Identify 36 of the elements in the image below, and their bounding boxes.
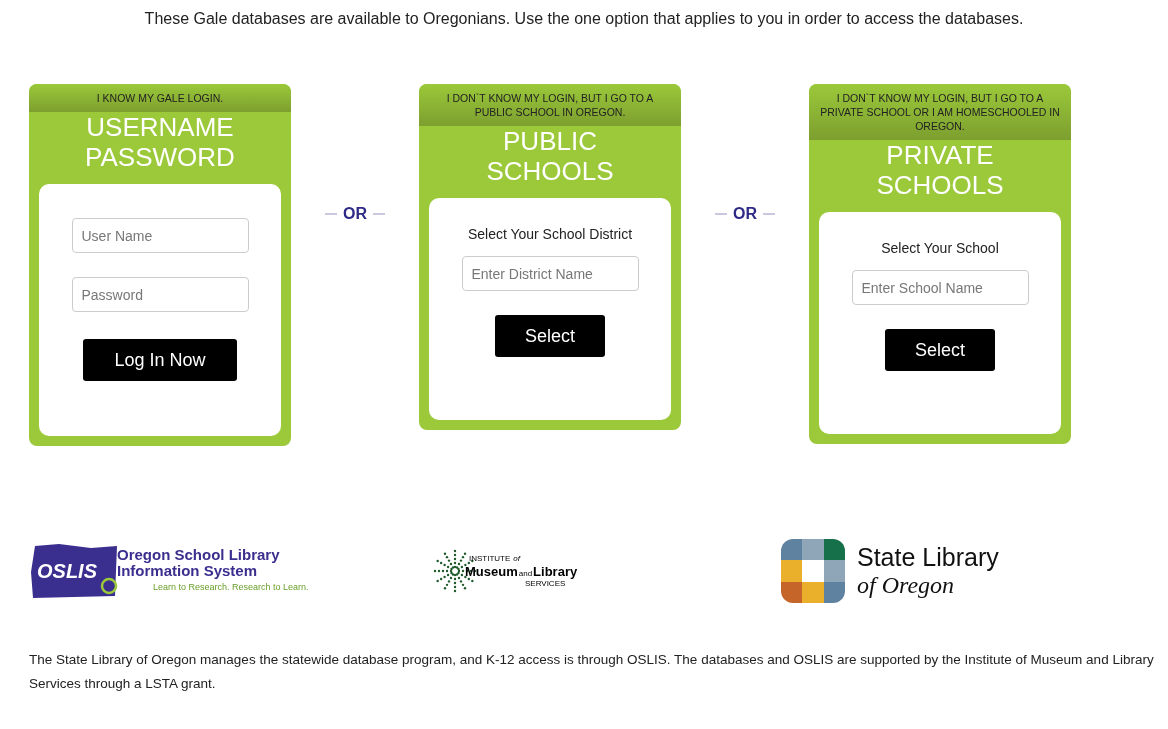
logo-subtitle: of Oregon: [857, 571, 956, 599]
select-button[interactable]: Select: [885, 329, 995, 371]
or-separator: OR: [733, 204, 757, 224]
logo-tagline: Learn to Research. Research to Learn.: [153, 581, 309, 595]
logo-name: Information System: [117, 563, 258, 580]
logo-name: State Library: [857, 543, 999, 571]
field-label: Select Your School District: [467, 225, 633, 244]
card-title: SCHOOLS: [486, 156, 614, 186]
logo-text: Museum: [465, 563, 518, 579]
card-title: USERNAME: [86, 112, 234, 142]
card-title: SCHOOLS: [876, 170, 1004, 200]
logo-text: and: [518, 568, 533, 579]
logo-text: of: [513, 553, 520, 564]
logo-text: Library: [533, 563, 578, 579]
select-button[interactable]: Select: [495, 315, 605, 357]
card-title: PASSWORD: [85, 142, 235, 172]
logo-text: INSTITUTE: [469, 553, 511, 564]
card-prompt: I DON`T KNOW MY LOGIN, BUT I GO TO A PRIVATE SCHOOL OR I AM HOMESCHOOLED IN OREGON.: [819, 91, 1061, 133]
logo-text: SERVICES: [525, 578, 566, 589]
card-prompt: I KNOW MY GALE LOGIN.: [95, 91, 225, 105]
logo-name: Oregon School Library: [117, 547, 281, 564]
text-field[interactable]: User Name: [71, 218, 249, 253]
logo-wordmark: OSLIS: [37, 559, 97, 584]
oregon-map-icon: [29, 542, 119, 600]
footer-text: The State Library of Oregon manages the statewide database program, and K-12 access is through OSLIS. The databases and OSLIS are supported by the Institute of Museum and Library Services through a LSTA grant.: [28, 651, 1155, 693]
text-field[interactable]: Enter District Name: [461, 256, 639, 291]
card-prompt: I DON`T KNOW MY LOGIN, BUT I GO TO A PUBLIC SCHOOL IN OREGON.: [445, 91, 655, 119]
card-title: PRIVATE: [886, 140, 994, 170]
card-title: PUBLIC: [503, 126, 597, 156]
quilt-logo-icon: [781, 539, 845, 603]
or-separator: OR: [343, 204, 367, 224]
login-button[interactable]: Log In Now: [83, 339, 237, 381]
text-field[interactable]: Password: [71, 277, 249, 312]
intro-text: These Gale databases are available to Oregonians. Use the one option that applies to you in order to access the databases.: [143, 9, 1025, 29]
field-label: Select Your School: [881, 239, 999, 258]
text-field[interactable]: Enter School Name: [851, 270, 1029, 305]
